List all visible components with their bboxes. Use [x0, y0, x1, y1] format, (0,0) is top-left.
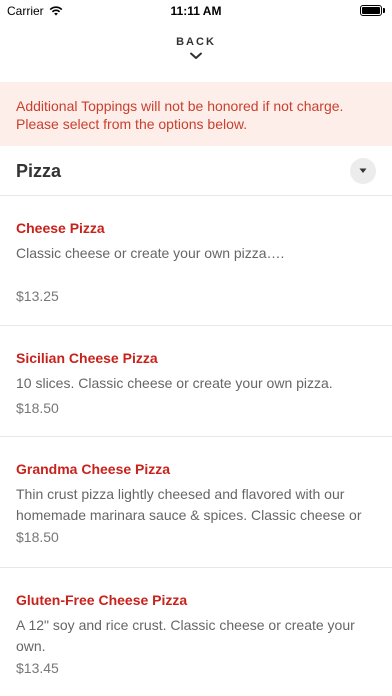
- item-name: Grandma Cheese Pizza: [16, 461, 171, 477]
- item-name: Gluten-Free Cheese Pizza: [16, 592, 188, 608]
- item-name: Sicilian Cheese Pizza: [16, 350, 158, 366]
- back-label: BACK: [176, 36, 216, 48]
- item-description: 10 slices. Classic cheese or create your…: [16, 375, 333, 391]
- item-description: A 12" soy and rice crust. Classic cheese…: [16, 617, 355, 654]
- item-name: Cheese Pizza: [16, 220, 105, 236]
- section-header[interactable]: Pizza: [0, 146, 392, 196]
- caret-down-icon: [359, 168, 367, 173]
- item-price: $18.50: [16, 400, 59, 416]
- item-price: $13.45: [16, 660, 59, 676]
- menu-item-cheese-pizza[interactable]: Cheese Pizza Classic cheese or create yo…: [0, 196, 392, 326]
- back-button[interactable]: BACK: [0, 36, 392, 61]
- menu-item-grandma-cheese-pizza[interactable]: Grandma Cheese Pizza Thin crust pizza li…: [0, 437, 392, 568]
- item-description: Thin crust pizza lightly cheesed and fla…: [16, 486, 362, 523]
- notice-banner: Additional Toppings will not be honored …: [0, 82, 392, 146]
- battery-icon: [360, 5, 382, 16]
- menu-item-gluten-free-cheese-pizza[interactable]: Gluten-Free Cheese Pizza A 12" soy and r…: [0, 568, 392, 696]
- status-time: 11:11 AM: [170, 4, 222, 18]
- battery-fill: [362, 7, 380, 14]
- section-toggle-button[interactable]: [350, 158, 376, 184]
- chevron-down-icon: [190, 52, 202, 59]
- status-bar: Carrier 11:11 AM: [0, 0, 392, 22]
- item-price: $18.50: [16, 529, 59, 545]
- item-price: $13.25: [16, 288, 59, 304]
- section-title: Pizza: [16, 161, 62, 181]
- item-description: Classic cheese or create your own pizza……: [16, 245, 285, 261]
- menu-item-sicilian-cheese-pizza[interactable]: Sicilian Cheese Pizza 10 slices. Classic…: [0, 326, 392, 437]
- notice-text: Additional Toppings will not be honored …: [16, 98, 344, 132]
- battery-cap: [383, 8, 385, 13]
